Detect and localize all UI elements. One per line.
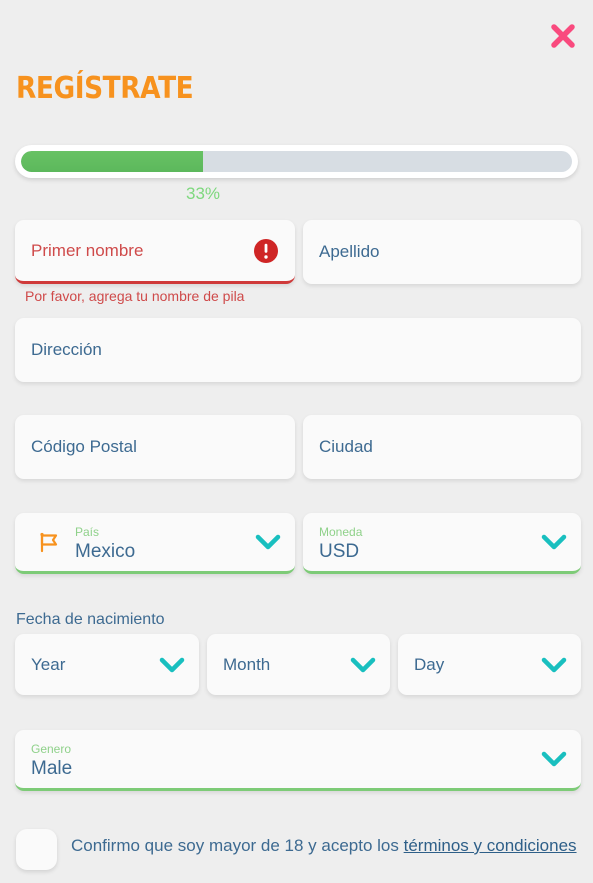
dob-month-placeholder: Month: [223, 654, 271, 674]
terms-checkbox[interactable]: [16, 829, 57, 870]
chevron-down-icon[interactable]: [159, 656, 185, 674]
progress-track: [21, 151, 572, 172]
flag-icon: [37, 530, 61, 554]
progress-bar: [15, 145, 578, 178]
dob-year-select[interactable]: Year: [15, 634, 199, 695]
chevron-down-icon[interactable]: [541, 656, 567, 674]
dob-day-placeholder: Day: [414, 654, 445, 674]
registration-modal: REGÍSTRATE 33% Primer nombre Por favor, …: [0, 0, 593, 883]
dob-month-select[interactable]: Month: [207, 634, 390, 695]
city-placeholder: Ciudad: [319, 437, 373, 456]
last-name-placeholder: Apellido: [319, 242, 380, 261]
currency-value: USD: [319, 541, 360, 562]
postal-code-input[interactable]: Código Postal: [15, 415, 295, 479]
terms-text: Confirmo que soy mayor de 18 y acepto lo…: [71, 836, 577, 856]
last-name-input[interactable]: Apellido: [303, 220, 581, 284]
progress-fill: [21, 151, 203, 172]
city-input[interactable]: Ciudad: [303, 415, 581, 479]
country-value: Mexico: [75, 541, 136, 562]
dob-day-select[interactable]: Day: [398, 634, 581, 695]
address-placeholder: Dirección: [31, 340, 102, 359]
chevron-down-icon[interactable]: [541, 533, 567, 551]
chevron-down-icon[interactable]: [541, 750, 567, 768]
close-icon: [548, 21, 578, 51]
postal-code-placeholder: Código Postal: [31, 437, 137, 456]
address-input[interactable]: Dirección: [15, 318, 581, 382]
currency-select[interactable]: Moneda USD: [303, 513, 581, 574]
dob-label: Fecha de nacimiento: [16, 611, 165, 628]
alert-circle-icon: [253, 238, 279, 264]
first-name-placeholder: Primer nombre: [31, 240, 144, 260]
close-button[interactable]: [543, 16, 583, 56]
country-select[interactable]: País Mexico: [15, 513, 295, 574]
page-title: REGÍSTRATE: [16, 71, 194, 106]
gender-label: Genero: [31, 742, 72, 756]
gender-value: Male: [31, 758, 73, 779]
currency-label: Moneda: [319, 525, 363, 539]
first-name-error-message: Por favor, agrega tu nombre de pila: [25, 288, 245, 304]
chevron-down-icon[interactable]: [350, 656, 376, 674]
dob-year-placeholder: Year: [31, 654, 66, 674]
first-name-input[interactable]: Primer nombre: [15, 220, 295, 284]
terms-link[interactable]: términos y condiciones: [404, 836, 577, 855]
country-label: País: [75, 525, 100, 539]
terms-text-before: Confirmo que soy mayor de 18 y acepto lo…: [71, 836, 404, 855]
gender-select[interactable]: Genero Male: [15, 730, 581, 791]
progress-percent-label: 33%: [185, 184, 221, 203]
chevron-down-icon[interactable]: [255, 533, 281, 551]
